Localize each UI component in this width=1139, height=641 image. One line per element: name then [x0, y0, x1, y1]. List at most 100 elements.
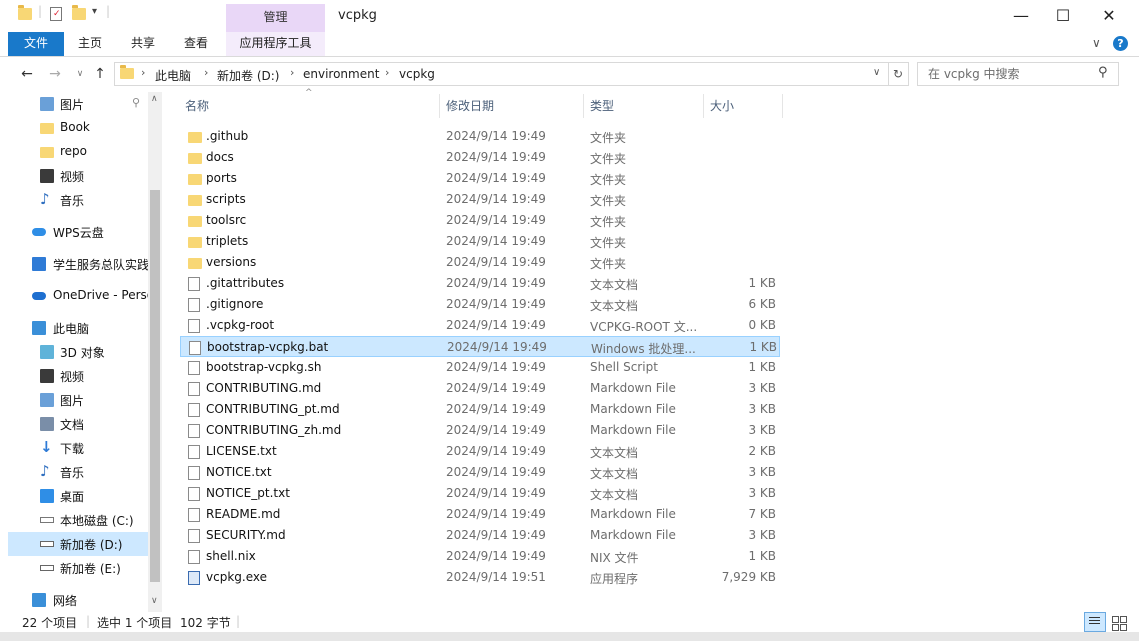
column-divider[interactable] [782, 94, 783, 118]
scroll-up-icon[interactable]: ∧ [151, 94, 158, 104]
scroll-down-icon[interactable]: ∨ [151, 596, 158, 606]
nav-item[interactable]: 新加卷 (E:) [8, 556, 148, 580]
tab-file[interactable]: 文件 [8, 32, 64, 56]
file-row[interactable]: versions 2024/9/14 19:49 文件夹 [180, 252, 780, 273]
recent-locations-icon[interactable]: ∨ [70, 64, 90, 84]
address-bar[interactable]: › 此电脑 › 新加卷 (D:) › environment › vcpkg ∨ [114, 62, 889, 86]
nav-item[interactable]: 此电脑 [8, 316, 148, 340]
column-divider[interactable] [439, 94, 440, 118]
file-row[interactable]: ports 2024/9/14 19:49 文件夹 [180, 168, 780, 189]
refresh-icon[interactable]: ↻ [888, 62, 909, 86]
file-row[interactable]: .github 2024/9/14 19:49 文件夹 [180, 126, 780, 147]
file-row[interactable]: .gitignore 2024/9/14 19:49 文本文档 6 KB [180, 294, 780, 315]
column-divider[interactable] [583, 94, 584, 118]
up-arrow-icon[interactable]: ↑ [90, 64, 110, 84]
nav-item[interactable]: ♪ 音乐 [8, 460, 148, 484]
address-dropdown-icon[interactable]: ∨ [873, 67, 880, 78]
details-view-icon[interactable] [1084, 612, 1106, 632]
new-folder-icon[interactable] [72, 5, 86, 20]
nav-item-label: 桌面 [60, 490, 85, 504]
file-row[interactable]: .vcpkg-root 2024/9/14 19:49 VCPKG-ROOT 文..… [180, 315, 780, 336]
file-row[interactable]: CONTRIBUTING_zh.md 2024/9/14 19:49 Markdow… [180, 420, 780, 441]
column-header-name[interactable]: 名称 [185, 94, 209, 118]
file-row[interactable]: NOTICE.txt 2024/9/14 19:49 文本文档 3 KB [180, 462, 780, 483]
nav-item[interactable]: WPS云盘 [8, 220, 148, 244]
status-bar: 22 个项目 | 选中 1 个项目 102 字节 | [0, 612, 1139, 632]
file-row[interactable]: triplets 2024/9/14 19:49 文件夹 [180, 231, 780, 252]
file-row[interactable]: CONTRIBUTING.md 2024/9/14 19:49 Markdown F… [180, 378, 780, 399]
pin-icon[interactable]: ⚲ [132, 96, 140, 109]
nav-item[interactable]: 文档 [8, 412, 148, 436]
customize-quick-access-icon[interactable]: ▾ [92, 6, 97, 17]
file-name: bootstrap-vcpkg.bat [207, 340, 329, 354]
file-row[interactable]: bootstrap-vcpkg.bat 2024/9/14 19:49 Window… [180, 336, 780, 357]
file-row[interactable]: LICENSE.txt 2024/9/14 19:49 文本文档 2 KB [180, 441, 780, 462]
search-box[interactable]: ⚲ [917, 62, 1119, 86]
column-header-date[interactable]: 修改日期 [446, 94, 494, 118]
file-type: Markdown File [590, 402, 676, 416]
help-icon[interactable]: ? [1113, 36, 1128, 51]
search-input[interactable] [926, 66, 1090, 82]
ribbon-tabs: 文件 主页 共享 查看 应用程序工具 ∨ ? [0, 32, 1139, 57]
file-row[interactable]: .gitattributes 2024/9/14 19:49 文本文档 1 KB [180, 273, 780, 294]
nav-item-label: 新加卷 (D:) [60, 538, 123, 552]
file-type: Markdown File [590, 423, 676, 437]
tab-share[interactable]: 共享 [122, 32, 164, 56]
nav-item[interactable]: 桌面 [8, 484, 148, 508]
nav-item[interactable]: ↓ 下载 [8, 436, 148, 460]
file-name: .gitattributes [206, 276, 285, 290]
tab-home[interactable]: 主页 [70, 32, 110, 56]
nav-item[interactable]: 视频 [8, 364, 148, 388]
minimize-button[interactable]: — [998, 0, 1044, 30]
back-arrow-icon[interactable]: ← [17, 64, 37, 84]
nav-scrollbar-thumb[interactable] [150, 190, 160, 582]
nav-item[interactable]: 视频 [8, 164, 148, 188]
nav-item[interactable]: 3D 对象 [8, 340, 148, 364]
file-row[interactable]: vcpkg.exe 2024/9/14 19:51 应用程序 7,929 KB [180, 567, 780, 588]
file-row[interactable]: toolsrc 2024/9/14 19:49 文件夹 [180, 210, 780, 231]
separator: | [236, 614, 241, 628]
file-date: 2024/9/14 19:49 [446, 297, 546, 311]
music-icon: ♪ [40, 190, 50, 208]
column-divider[interactable] [703, 94, 704, 118]
file-size: 1 KB [748, 360, 776, 374]
search-icon[interactable]: ⚲ [1098, 65, 1108, 80]
nav-item[interactable]: OneDrive - Perso [8, 284, 148, 308]
file-row[interactable]: scripts 2024/9/14 19:49 文件夹 [180, 189, 780, 210]
nav-item[interactable]: 图片 ⚲ [8, 92, 148, 116]
tab-view[interactable]: 查看 [175, 32, 217, 56]
close-button[interactable]: ✕ [1086, 0, 1132, 30]
file-row[interactable]: README.md 2024/9/14 19:49 Markdown File 7 K… [180, 504, 780, 525]
videos-icon [40, 169, 54, 183]
forward-arrow-icon[interactable]: → [45, 64, 65, 84]
file-row[interactable]: NOTICE_pt.txt 2024/9/14 19:49 文本文档 3 KB [180, 483, 780, 504]
maximize-button[interactable]: ☐ [1040, 0, 1086, 30]
nav-item[interactable]: 图片 [8, 388, 148, 412]
large-icons-view-icon[interactable] [1110, 614, 1128, 631]
properties-icon[interactable]: ✓ [50, 7, 62, 21]
ribbon-collapse-icon[interactable]: ∨ [1092, 36, 1101, 50]
breadcrumb-drive-d[interactable]: 新加卷 (D:) [217, 67, 279, 84]
breadcrumb-this-pc[interactable]: 此电脑 [155, 67, 191, 84]
column-header-type[interactable]: 类型 [590, 94, 614, 118]
breadcrumb-environment[interactable]: environment [303, 67, 379, 81]
nav-item[interactable]: 新加卷 (D:) [8, 532, 148, 556]
music-icon: ♪ [40, 462, 50, 480]
file-type: 文本文档 [590, 488, 639, 502]
nav-item[interactable]: 网络 [8, 588, 148, 612]
file-row[interactable]: bootstrap-vcpkg.sh 2024/9/14 19:49 Shell S… [180, 357, 780, 378]
file-row[interactable]: SECURITY.md 2024/9/14 19:49 Markdown File 3… [180, 525, 780, 546]
file-name: CONTRIBUTING.md [206, 381, 322, 395]
tab-application-tools[interactable]: 应用程序工具 [226, 32, 325, 56]
file-row[interactable]: CONTRIBUTING_pt.md 2024/9/14 19:49 Markdow… [180, 399, 780, 420]
breadcrumb-vcpkg[interactable]: vcpkg [399, 67, 435, 81]
nav-item[interactable]: Book [8, 116, 148, 140]
column-header-size[interactable]: 大小 [710, 94, 734, 118]
nav-item[interactable]: 学生服务总队实践 [8, 252, 148, 276]
nav-item[interactable]: 本地磁盘 (C:) [8, 508, 148, 532]
file-row[interactable]: docs 2024/9/14 19:49 文件夹 [180, 147, 780, 168]
nav-item[interactable]: ♪ 音乐 [8, 188, 148, 212]
nav-item[interactable]: repo [8, 140, 148, 164]
folder-icon[interactable] [18, 5, 32, 20]
file-row[interactable]: shell.nix 2024/9/14 19:49 NIX 文件 1 KB [180, 546, 780, 567]
